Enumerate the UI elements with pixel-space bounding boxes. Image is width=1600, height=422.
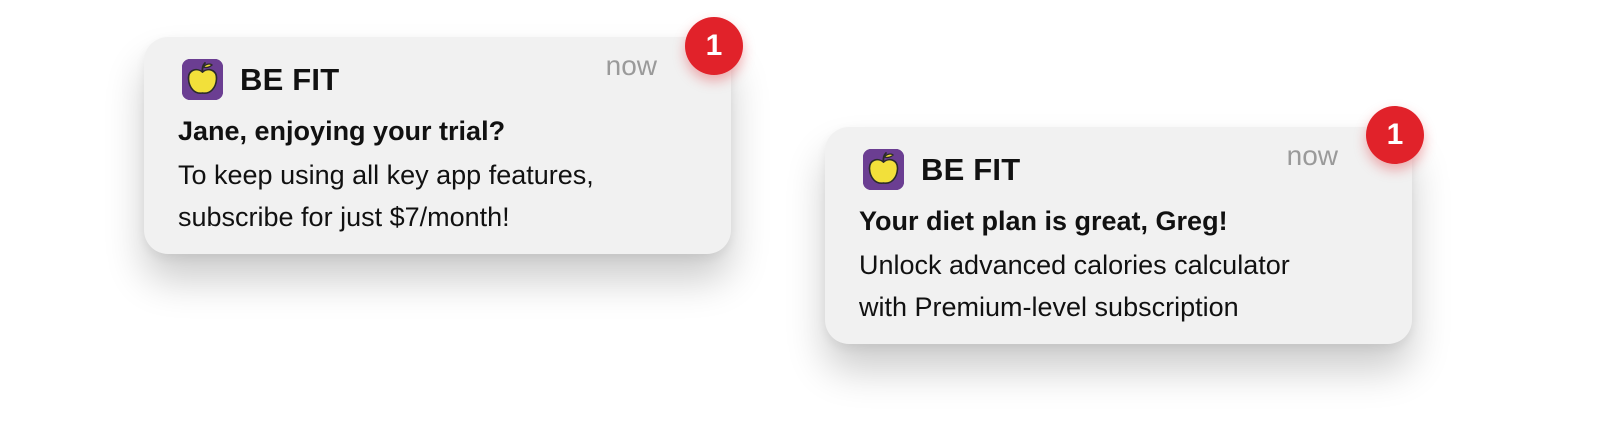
notification-card-2[interactable]: BE FIT now Your diet plan is great, Greg… — [825, 127, 1412, 344]
app-name: BE FIT — [240, 62, 340, 97]
notification-body: Unlock advanced calories calculator with… — [859, 244, 1379, 328]
notification-body-line: subscribe for just $7/month! — [178, 202, 510, 232]
notification-body: To keep using all key app features, subs… — [178, 154, 698, 238]
app-name: BE FIT — [921, 152, 1021, 187]
apple-icon — [863, 149, 904, 190]
notification-time: now — [605, 50, 657, 81]
notification-card-1[interactable]: BE FIT now Jane, enjoying your trial? To… — [144, 37, 731, 254]
notifications-stage: BE FIT now Jane, enjoying your trial? To… — [0, 0, 1600, 422]
notification-body-line: To keep using all key app features, — [178, 160, 594, 190]
notification-time: now — [1286, 140, 1338, 171]
notification-body-line: with Premium-level subscription — [859, 292, 1239, 322]
notification-count-badge: 1 — [685, 17, 743, 75]
notification-title: Jane, enjoying your trial? — [178, 116, 506, 146]
notification-body-line: Unlock advanced calories calculator — [859, 250, 1290, 280]
notification-count-badge: 1 — [1366, 106, 1424, 164]
apple-icon — [182, 59, 223, 100]
notification-title: Your diet plan is great, Greg! — [859, 206, 1228, 236]
